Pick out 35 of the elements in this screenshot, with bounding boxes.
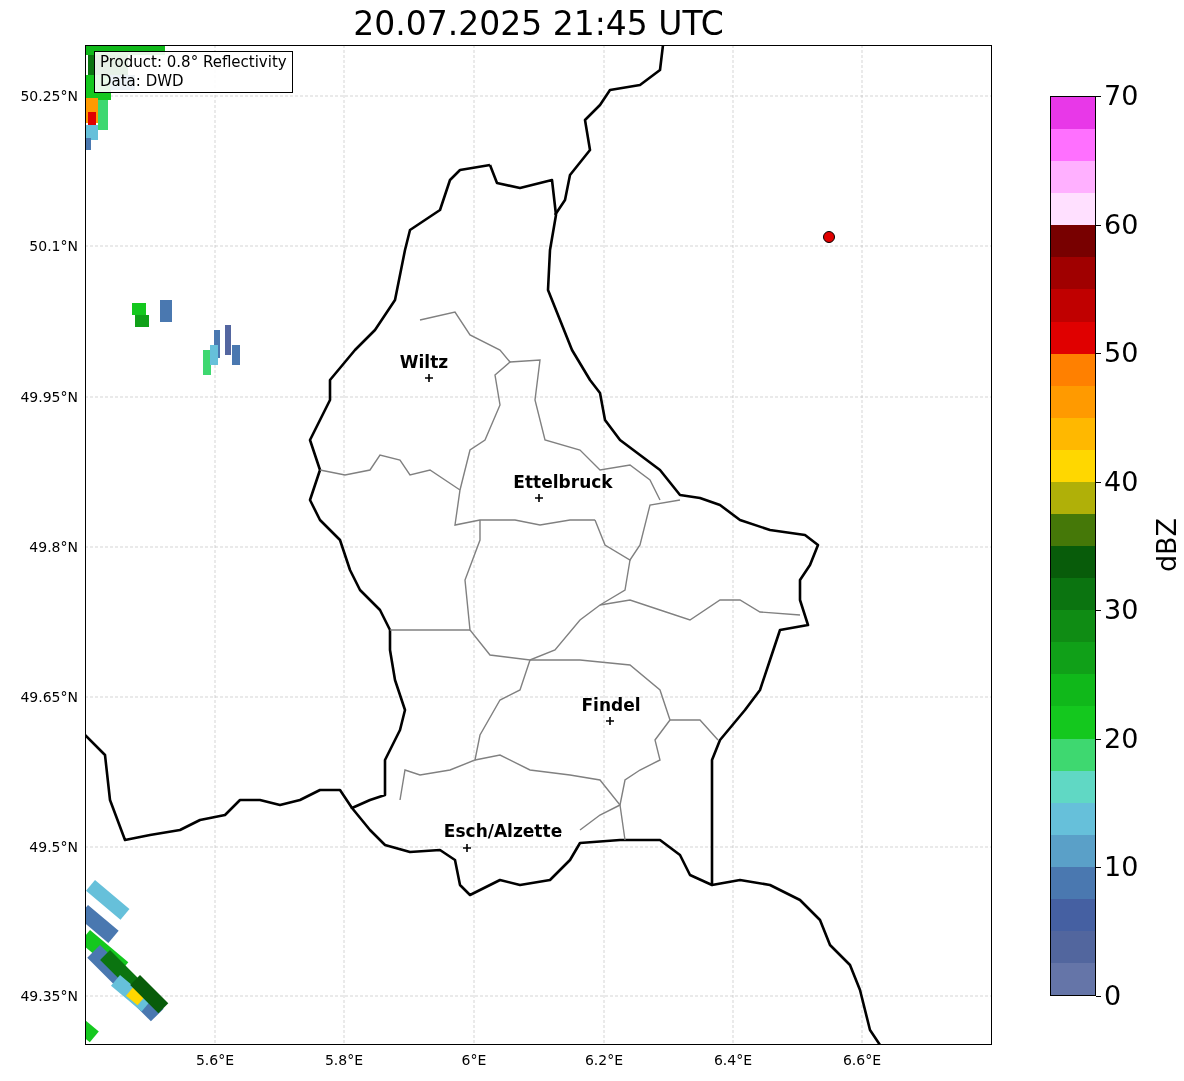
colorbar-tick-label: 20 (1104, 723, 1139, 754)
info-text: Data: DWD (100, 72, 185, 91)
axis-tick-label: 6.6°E (842, 1052, 882, 1068)
axis-tick-label: 6.4°E (713, 1052, 753, 1068)
colorbar-tick-label: 60 (1104, 209, 1139, 240)
colorbar-tick-label: 50 (1104, 338, 1139, 369)
plus-marker-icon (606, 717, 614, 725)
axis-tick-label: 50.1°N (29, 238, 78, 254)
place-label: Findel (581, 695, 641, 715)
axis-tick-label: 5.8°E (324, 1052, 364, 1068)
colorbar-tick-label: 30 (1104, 595, 1139, 626)
colorbar-tick-label: 0 (1104, 981, 1122, 1011)
place-label: Wiltz (399, 352, 449, 372)
axis-tick-label: 49.95°N (20, 389, 78, 405)
tick-mark (1096, 996, 1101, 997)
colorbar-label: dBZ (1152, 517, 1183, 573)
axis-tick-label: 50.25°N (20, 88, 78, 104)
plus-marker-icon (535, 494, 543, 502)
axis-tick-label: 6°E (461, 1052, 487, 1068)
colorbar-tick-label: 40 (1104, 466, 1139, 497)
plus-marker-icon (463, 844, 471, 852)
place-label: Esch/Alzette (443, 821, 563, 841)
axis-tick-label: 49.35°N (20, 988, 78, 1004)
axis-tick-label: 49.8°N (29, 539, 78, 555)
info-text: Product: 0.8° Reflectivity (100, 53, 287, 72)
axis-tick-label: 49.65°N (20, 689, 78, 705)
colorbar-tick-label: 10 (1104, 852, 1139, 883)
axis-tick-label: 5.6°E (195, 1052, 235, 1068)
place-label: Ettelbruck (513, 472, 613, 492)
location-dot (823, 231, 835, 243)
chart-title: 20.07.2025 21:45 UTC (352, 4, 725, 44)
axis-tick-label: 49.5°N (29, 839, 78, 855)
axis-tick-label: 6.2°E (584, 1052, 624, 1068)
colorbar-tick-label: 70 (1104, 81, 1139, 111)
plus-marker-icon (425, 374, 433, 382)
